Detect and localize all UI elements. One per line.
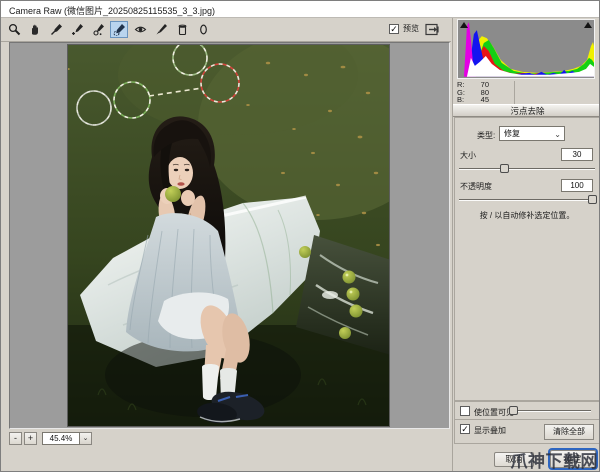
- opacity-input[interactable]: 100: [561, 179, 593, 192]
- spot-removal-tool-button[interactable]: [110, 21, 128, 38]
- opacity-slider-thumb[interactable]: [588, 195, 597, 204]
- chevron-down-icon: ⌄: [554, 128, 561, 141]
- window-title: Camera Raw (微信图片_20250825115535_3_3.jpg): [9, 4, 215, 17]
- panel-title: 污点去除: [453, 104, 600, 117]
- hand-icon: [29, 23, 42, 36]
- tool-group: [5, 21, 212, 38]
- size-slider-thumb[interactable]: [500, 164, 509, 173]
- preview-checkbox[interactable]: ✓: [389, 24, 399, 34]
- eyedropper-plus-icon: [71, 23, 84, 36]
- rotate-icon: [197, 23, 210, 36]
- divider: [514, 81, 515, 104]
- auto-heal-hint: 按 / 以自动修补选定位置。: [455, 210, 599, 221]
- visible-slider-thumb[interactable]: [509, 406, 518, 415]
- preview-label: 预览: [403, 23, 419, 34]
- adjustment-brush-tool-button[interactable]: [152, 21, 170, 38]
- size-slider[interactable]: [459, 165, 595, 173]
- brush-icon: [155, 23, 168, 36]
- cancel-button[interactable]: 取消: [494, 452, 534, 467]
- rgb-readout: R:70 G:80 B:45: [457, 81, 597, 104]
- type-dropdown[interactable]: 修复 ⌄: [499, 126, 565, 141]
- red-eye-icon: [134, 23, 147, 36]
- title-bar[interactable]: Camera Raw (微信图片_20250825115535_3_3.jpg): [1, 1, 599, 18]
- show-overlay-label: 显示叠加: [474, 425, 506, 436]
- preview-toggle[interactable]: ✓ 预览: [389, 23, 419, 34]
- slider-track: [459, 168, 595, 170]
- fullscreen-toggle-button[interactable]: [425, 22, 440, 37]
- white-balance-tool-button[interactable]: [47, 21, 65, 38]
- color-sampler-tool-button[interactable]: [68, 21, 86, 38]
- type-label: 类型:: [477, 130, 495, 141]
- chevron-down-icon[interactable]: ⌄: [80, 432, 92, 445]
- b-label: B:: [457, 96, 467, 104]
- hand-tool-button[interactable]: [26, 21, 44, 38]
- magnifier-icon: [8, 23, 21, 36]
- size-label: 大小: [460, 150, 476, 161]
- rotate-tool-button[interactable]: [194, 21, 212, 38]
- toolbar: ✓ 预览: [1, 18, 451, 42]
- zoom-in-button[interactable]: +: [24, 432, 37, 445]
- size-input[interactable]: 30: [561, 148, 593, 161]
- fullscreen-icon: [425, 22, 440, 37]
- show-overlay-row: ✓ 显示叠加 清除全部: [454, 419, 600, 444]
- b-value: 45: [467, 96, 489, 104]
- zoom-level-value[interactable]: 45.4%: [42, 432, 80, 445]
- healing-brush-icon: [113, 23, 126, 36]
- visible-locations-slider[interactable]: [511, 407, 591, 415]
- image-preview-area[interactable]: [9, 42, 450, 429]
- show-overlay-checkbox[interactable]: ✓: [460, 424, 470, 434]
- visible-locations-row: 使位置可见: [454, 401, 600, 420]
- histogram: [457, 19, 595, 79]
- eyedropper-icon: [50, 23, 63, 36]
- eyedropper-dot-icon: [92, 23, 105, 36]
- opacity-label: 不透明度: [460, 181, 492, 192]
- shadow-clipping-indicator[interactable]: [460, 22, 468, 28]
- photo-scene: [68, 45, 390, 427]
- red-eye-tool-button[interactable]: [131, 21, 149, 38]
- histogram-plot: [458, 19, 594, 78]
- photo-canvas[interactable]: [67, 44, 390, 427]
- ok-button[interactable]: 确定: [550, 450, 596, 468]
- highlight-clipping-indicator[interactable]: [584, 22, 592, 28]
- camera-raw-dialog: Camera Raw (微信图片_20250825115535_3_3.jpg)…: [0, 0, 600, 472]
- slider-track: [459, 199, 595, 201]
- targeted-adjustment-tool-button[interactable]: [89, 21, 107, 38]
- visible-locations-checkbox[interactable]: [460, 406, 470, 416]
- clear-all-button[interactable]: 清除全部: [544, 424, 594, 440]
- zoom-level-combo[interactable]: 45.4% ⌄: [42, 432, 92, 445]
- zoom-controls: - + 45.4% ⌄: [9, 431, 92, 445]
- opacity-slider[interactable]: [459, 196, 595, 204]
- adjustment-panel: R:70 G:80 B:45 污点去除 类型: 修复 ⌄ 大小 30: [452, 18, 600, 472]
- zoom-tool-button[interactable]: [5, 21, 23, 38]
- trash-tool-button[interactable]: [173, 21, 191, 38]
- spot-removal-panel: 类型: 修复 ⌄ 大小 30 不透明度 100 按: [454, 117, 600, 401]
- apple-in-hand: [165, 186, 181, 202]
- slider-track: [511, 410, 591, 412]
- zoom-out-button[interactable]: -: [9, 432, 22, 445]
- type-value: 修复: [504, 129, 520, 138]
- trash-icon: [176, 23, 189, 36]
